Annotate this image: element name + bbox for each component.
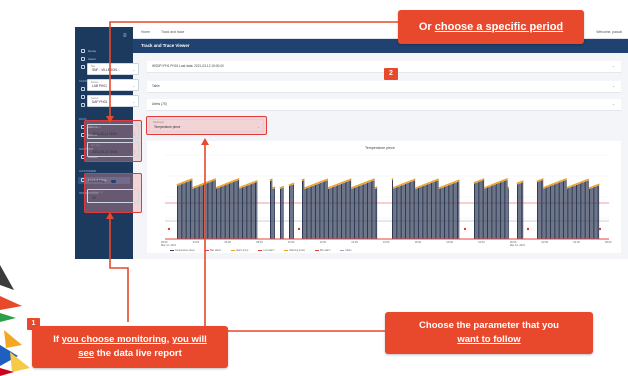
monitoring-callout-line-1: If you choose monitoring, you will bbox=[53, 334, 207, 345]
parameter-callout-line-1: Choose the parameter that you bbox=[419, 320, 559, 331]
period-callout: Or choose a specific period bbox=[398, 10, 584, 44]
monitoring-callout-line-2: see the data live report bbox=[78, 348, 182, 359]
monitoring-callout: If you choose monitoring, you will see t… bbox=[32, 326, 228, 368]
period-callout-prefix: Or bbox=[418, 21, 435, 33]
screenshot-stage: ≡ HomeUsersReportsCONFIGURATIONSitesDevi… bbox=[0, 0, 628, 376]
parameter-callout-line-2: want to follow bbox=[457, 334, 521, 345]
period-callout-emphasis: choose a specific period bbox=[434, 21, 564, 33]
parameter-callout: Choose the parameter that you want to fo… bbox=[385, 312, 593, 354]
step-badge-2: 2 bbox=[384, 68, 398, 80]
